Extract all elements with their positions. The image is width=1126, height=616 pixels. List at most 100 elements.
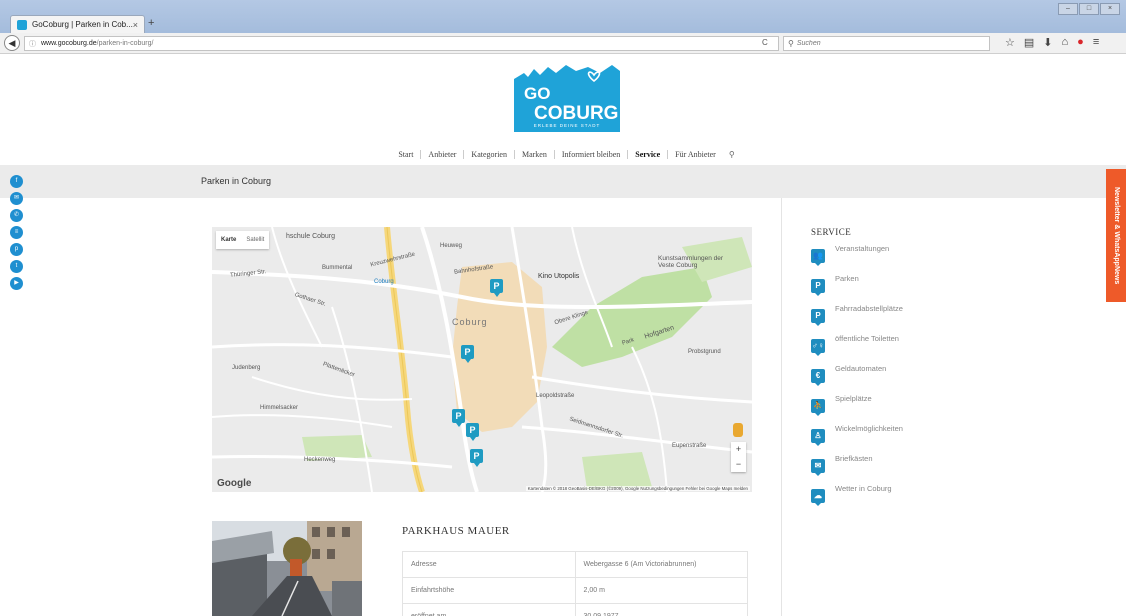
tab-title: GoCoburg | Parken in Cob... [32, 20, 133, 29]
parking-pin-icon[interactable]: P [452, 409, 465, 427]
parkhaus-info-table: Adresse Webergasse 6 (Am Victoriabrunnen… [402, 551, 748, 616]
twitter-icon[interactable]: t [10, 260, 23, 273]
nav-item-start[interactable]: Start [391, 150, 422, 159]
zoom-out-button[interactable]: − [731, 457, 746, 472]
new-tab-icon[interactable]: + [148, 17, 154, 29]
map-type-control: Karte Satellit [216, 231, 270, 249]
map-label: Kunstsammlungen der Veste Coburg [658, 255, 724, 269]
map-type-karte[interactable]: Karte [216, 231, 241, 249]
download-icon[interactable]: ⬇ [1043, 36, 1052, 49]
back-arrow-icon[interactable]: ◀ [4, 35, 20, 51]
gocoburg-favicon-icon [17, 19, 27, 30]
map-label: Kino Utopolis [538, 273, 580, 280]
map-label: Leopoldstraße [536, 393, 575, 399]
search-icon: ⚲ [788, 39, 794, 48]
parkhaus-title: PARKHAUS MAUER [402, 525, 510, 537]
map-label: Probstgrund [688, 349, 721, 355]
pegman-icon[interactable] [733, 423, 743, 437]
nav-search-icon[interactable]: ⚲ [723, 150, 735, 159]
toilet-icon: ♂♀ [811, 339, 825, 356]
browser-navbar: ◀ ⓘ www.gocoburg.de/parken-in-coburg/ C … [0, 33, 1126, 54]
google-logo: Google [217, 478, 252, 489]
info-icon[interactable]: ⓘ [29, 39, 36, 49]
whatsapp-icon[interactable]: ✆ [10, 209, 23, 222]
weather-icon: ☁ [811, 489, 825, 506]
facebook-icon[interactable]: f [10, 175, 23, 188]
sidebar-item-label[interactable]: Briefkästen [835, 454, 873, 463]
home-icon[interactable]: ⌂ [1062, 36, 1069, 49]
menu-icon[interactable]: ≡ [1093, 36, 1099, 49]
sidebar-item-label[interactable]: Spielplätze [835, 394, 872, 403]
close-window-icon[interactable]: × [1100, 3, 1120, 15]
tab-close-icon[interactable]: × [133, 20, 138, 30]
parking-icon: P [811, 279, 825, 296]
bookmark-star-icon[interactable]: ☆ [1005, 36, 1015, 49]
table-row: eröffnet am 30.09.1977 [402, 603, 748, 616]
map-label: Coburg [452, 317, 488, 327]
reading-list-icon[interactable]: ▤ [1024, 36, 1034, 49]
sidebar-item-label[interactable]: öffentliche Toiletten [835, 334, 899, 343]
logo-line2: COBURG [534, 103, 618, 124]
table-cell-label: eröffnet am [402, 603, 576, 616]
window-controls: – □ × [1058, 3, 1120, 15]
browser-toolbar: ☆ ▤ ⬇ ⌂ ● ≡ [1005, 36, 1099, 49]
nav-item-anbieter[interactable]: Anbieter [421, 150, 465, 159]
parkhaus-photo [212, 521, 362, 616]
people-icon: 👥 [811, 249, 825, 266]
sidebar-item-label[interactable]: Wetter in Coburg [835, 484, 892, 493]
parking-pin-icon[interactable]: P [466, 423, 479, 441]
nav-item-marken[interactable]: Marken [515, 150, 555, 159]
zoom-in-button[interactable]: + [731, 442, 746, 457]
browser-titlebar: GoCoburg | Parken in Cob... × + – □ × [0, 0, 1126, 33]
newsletter-whatsapp-tab[interactable]: Newsletter & WhatsAppNews [1106, 169, 1126, 302]
url-text: www.gocoburg.de/parken-in-coburg/ [41, 40, 154, 47]
page-title-band: Parken in Coburg [0, 165, 1126, 198]
google-map[interactable]: Karte Satellit hschule Coburg Heuweg Kre… [212, 227, 752, 492]
website: GO COBURG ERLEBE DEINE STADT Start Anbiet… [0, 55, 1126, 616]
map-label: Heuweg [440, 243, 463, 249]
url-bar[interactable]: ⓘ www.gocoburg.de/parken-in-coburg/ [24, 36, 779, 51]
maximize-icon[interactable]: □ [1079, 3, 1099, 15]
gocoburg-logo[interactable]: GO COBURG ERLEBE DEINE STADT [510, 63, 624, 141]
parking-pin-icon[interactable]: P [490, 279, 503, 297]
nav-item-informiert-bleiben[interactable]: Informiert bleiben [555, 150, 629, 159]
nav-item-kategorien[interactable]: Kategorien [464, 150, 515, 159]
map-label: Bummental [322, 265, 353, 271]
map-label: Heckenweg [304, 457, 336, 463]
print-icon[interactable]: ≡ [10, 226, 23, 239]
youtube-icon[interactable]: ▶ [10, 277, 23, 290]
sidebar-item-label[interactable]: Veranstaltungen [835, 244, 889, 253]
reload-icon[interactable]: C [762, 38, 768, 47]
sidebar-item-label[interactable]: Wickelmöglichkeiten [835, 424, 903, 433]
logo-tagline: ERLEBE DEINE STADT [534, 123, 600, 128]
map-label: hschule Coburg [286, 233, 336, 240]
browser-search-input[interactable] [796, 40, 977, 47]
sidebar-divider [781, 198, 782, 616]
parking-pin-icon[interactable]: P [470, 449, 483, 467]
parking-pin-icon[interactable]: P [461, 345, 474, 363]
map-attribution[interactable]: Kartendaten © 2018 GeoBasis-DE/BKG (©200… [525, 486, 750, 491]
nav-item-service[interactable]: Service [628, 150, 669, 159]
table-row: Adresse Webergasse 6 (Am Victoriabrunnen… [402, 551, 748, 578]
social-share-bar: f ✉ ✆ ≡ p t ▶ [10, 175, 23, 290]
map-label: Eupenstraße [672, 443, 707, 449]
email-icon[interactable]: ✉ [10, 192, 23, 205]
zoom-control: + − [731, 442, 746, 472]
sidebar-item-label[interactable]: Geldautomaten [835, 364, 886, 373]
table-cell-label: Adresse [402, 551, 576, 578]
sidebar-item-label[interactable]: Parken [835, 274, 859, 283]
minimize-icon[interactable]: – [1058, 3, 1078, 15]
euro-icon: € [811, 369, 825, 386]
table-cell-value: Webergasse 6 (Am Victoriabrunnen) [574, 551, 748, 578]
browser-tab[interactable]: GoCoburg | Parken in Cob... × [10, 15, 145, 33]
table-cell-value: 2,00 m [574, 577, 748, 604]
adblock-icon[interactable]: ● [1077, 36, 1084, 49]
pinterest-icon[interactable]: p [10, 243, 23, 256]
nav-item-fuer-anbieter[interactable]: Für Anbieter [668, 150, 723, 159]
browser-search-box[interactable]: ⚲ [783, 36, 990, 51]
map-label: Coburg [374, 279, 394, 285]
sidebar-item-label[interactable]: Fahrradabstellplätze [835, 304, 903, 313]
sidebar-heading: SERVICE [811, 227, 852, 237]
map-type-satellit[interactable]: Satellit [241, 231, 269, 249]
map-label: Judenberg [232, 365, 261, 371]
